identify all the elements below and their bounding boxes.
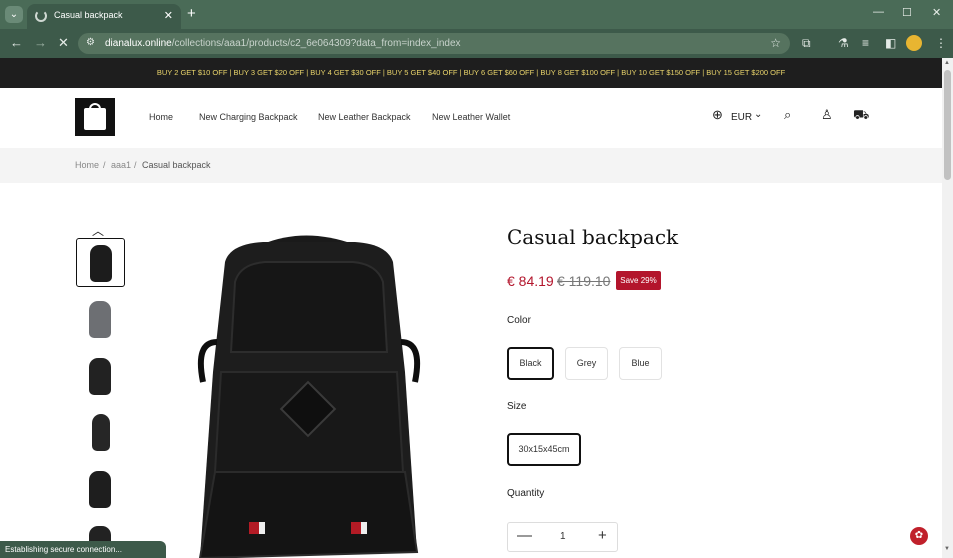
reading-list-icon[interactable]: ≡ <box>862 36 869 50</box>
close-window-icon[interactable]: ✕ <box>932 6 941 19</box>
globe-icon[interactable]: ⊕ <box>712 107 723 123</box>
nav-new-charging-backpack[interactable]: New Charging Backpack <box>199 112 298 122</box>
backpack-thumb-image <box>89 301 111 338</box>
minimize-icon[interactable]: — <box>873 6 884 18</box>
currency-selector[interactable]: EUR <box>731 112 752 123</box>
color-option-black[interactable]: Black <box>507 347 554 380</box>
quantity-decrease-button[interactable]: — <box>517 527 532 544</box>
loading-spinner-icon <box>35 10 47 22</box>
page-scrollbar[interactable]: ▲ ▼ <box>942 58 953 558</box>
scroll-up-icon[interactable]: ▲ <box>944 60 950 66</box>
forward-icon[interactable]: → <box>34 35 47 50</box>
backpack-thumb-image <box>89 358 111 395</box>
nav-new-leather-backpack[interactable]: New Leather Backpack <box>318 112 411 122</box>
color-option-grey[interactable]: Grey <box>565 347 608 380</box>
quantity-label: Quantity <box>507 488 545 499</box>
stop-loading-icon[interactable]: ✕ <box>58 35 69 51</box>
store-logo[interactable] <box>75 98 115 136</box>
backpack-thumb-image <box>89 471 111 508</box>
new-tab-icon[interactable]: + <box>187 5 196 22</box>
sale-price: € 84.19 <box>507 273 554 289</box>
quantity-stepper: — 1 + <box>507 522 618 552</box>
chevron-down-icon[interactable]: ⌄ <box>754 109 762 120</box>
site-header: Home New Charging Backpack New Leather B… <box>0 88 942 148</box>
tab-close-icon[interactable]: ✕ <box>164 9 173 22</box>
maximize-icon[interactable]: ☐ <box>902 6 912 19</box>
side-panel-icon[interactable]: ◧ <box>885 36 896 50</box>
thumbnail-4[interactable] <box>76 408 125 457</box>
url-text: dianalux.online/collections/aaa1/product… <box>105 38 461 49</box>
breadcrumb-home[interactable]: Home <box>75 160 99 170</box>
account-icon[interactable]: ♙ <box>821 107 833 123</box>
breadcrumb-collection[interactable]: aaa1 <box>111 160 131 170</box>
thumbnail-1[interactable] <box>76 238 125 287</box>
product-title: Casual backpack <box>507 225 679 249</box>
scroll-thumb[interactable] <box>944 70 951 180</box>
browser-tab[interactable]: Casual backpack ✕ <box>27 4 181 29</box>
more-menu-icon[interactable]: ⋮ <box>935 36 947 50</box>
back-icon[interactable]: ← <box>10 35 23 50</box>
thumbnails-up-icon[interactable]: ︿ <box>92 222 104 239</box>
main-product-image <box>197 235 421 558</box>
bookmark-star-icon[interactable]: ☆ <box>770 36 781 50</box>
backpack-thumb-image <box>90 245 112 282</box>
tab-list-button[interactable]: ⌄ <box>5 6 23 23</box>
logo-bag-icon <box>84 108 106 130</box>
floating-gift-icon[interactable]: ✿ <box>910 527 928 545</box>
breadcrumb-separator: / <box>134 160 137 170</box>
thumbnail-3[interactable] <box>76 352 125 401</box>
backpack-thumb-image <box>92 414 110 451</box>
search-icon[interactable]: ⌕ <box>784 107 791 123</box>
announcement-bar: BUY 2 GET $10 OFF | BUY 3 GET $20 OFF | … <box>0 58 942 88</box>
size-option-30x15x45cm[interactable]: 30x15x45cm <box>507 433 581 466</box>
color-option-blue[interactable]: Blue <box>619 347 662 380</box>
quantity-input[interactable]: 1 <box>560 531 566 542</box>
labs-flask-icon[interactable]: ⚗ <box>838 36 849 50</box>
color-label: Color <box>507 315 531 326</box>
site-info-icon[interactable]: ⚙ <box>86 37 95 48</box>
thumbnail-5[interactable] <box>76 465 125 514</box>
extensions-icon[interactable]: ⧉ <box>802 36 811 51</box>
quantity-increase-button[interactable]: + <box>598 527 607 544</box>
breadcrumb-separator: / <box>103 160 106 170</box>
cart-icon[interactable]: ⛟ <box>853 107 869 125</box>
tab-title: Casual backpack <box>54 10 123 20</box>
save-badge: Save 29% <box>616 271 661 290</box>
nav-new-leather-wallet[interactable]: New Leather Wallet <box>432 112 510 122</box>
breadcrumb: Home / aaa1 / Casual backpack <box>0 148 942 183</box>
profile-avatar[interactable] <box>906 35 922 51</box>
browser-toolbar: ← → ✕ ⚙ dianalux.online/collections/aaa1… <box>0 29 953 58</box>
size-label: Size <box>507 401 527 412</box>
address-bar[interactable]: ⚙ dianalux.online/collections/aaa1/produ… <box>78 33 790 54</box>
scroll-down-icon[interactable]: ▼ <box>944 546 950 552</box>
browser-status-bar: Establishing secure connection... <box>0 541 166 558</box>
thumbnail-2[interactable] <box>76 295 125 344</box>
breadcrumb-current: Casual backpack <box>142 160 211 170</box>
browser-titlebar: ⌄ Casual backpack ✕ + — ☐ ✕ <box>0 0 953 29</box>
compare-at-price: € 119.10 <box>557 273 611 289</box>
nav-home[interactable]: Home <box>149 112 173 122</box>
